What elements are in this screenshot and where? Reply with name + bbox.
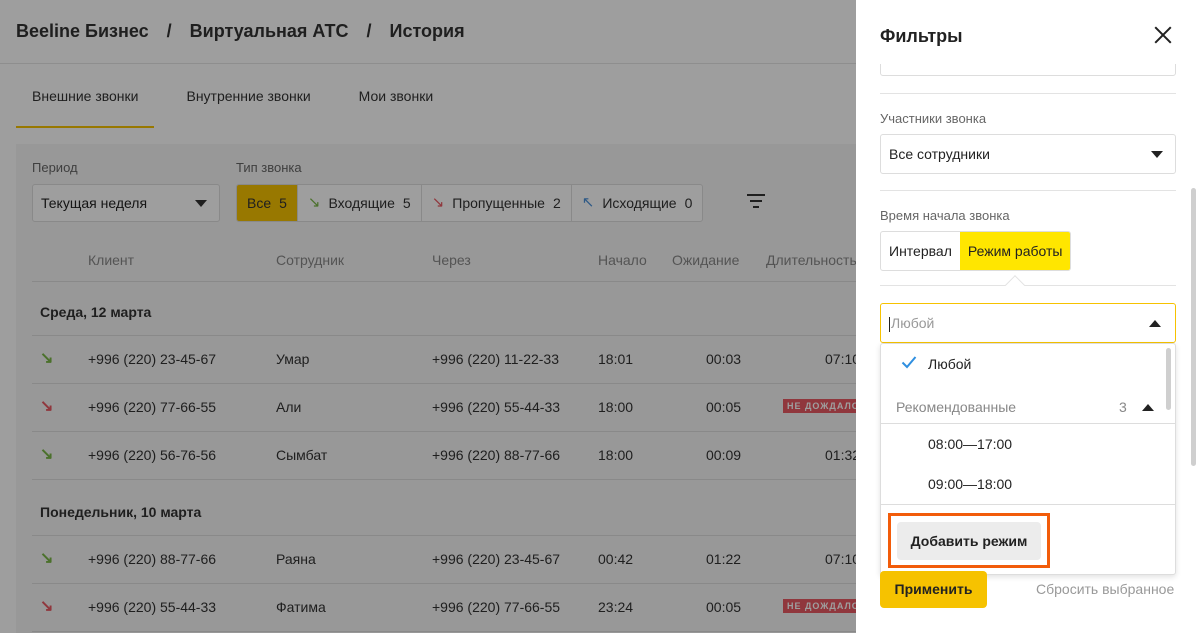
participants-label: Участники звонка <box>880 111 987 126</box>
chevron-down-icon <box>1151 151 1163 158</box>
chevron-up-icon <box>1142 404 1154 411</box>
participants-value: Все сотрудники <box>889 146 990 162</box>
close-icon[interactable] <box>1154 26 1172 44</box>
modal-overlay[interactable] <box>0 0 856 633</box>
apply-button[interactable]: Применить <box>880 571 987 608</box>
option-any[interactable]: Любой <box>881 344 1167 384</box>
work-schedule-placeholder: Любой <box>891 315 935 331</box>
scrollbar-thumb[interactable] <box>1191 188 1196 466</box>
check-icon <box>901 356 917 369</box>
active-mode-pointer <box>1005 275 1025 295</box>
highlight-frame <box>888 513 1050 568</box>
chevron-up-icon <box>1149 320 1161 327</box>
recommended-group-header[interactable]: Рекомендованные 3 <box>881 384 1167 424</box>
start-time-label: Время начала звонка <box>880 208 1010 223</box>
divider <box>880 93 1176 94</box>
option-schedule[interactable]: 09:00—18:00 <box>881 464 1167 504</box>
drawer-scrollbar[interactable] <box>1187 64 1200 544</box>
recommended-label: Рекомендованные <box>896 399 1017 415</box>
participants-select[interactable]: Все сотрудники <box>880 134 1176 174</box>
divider <box>880 190 1176 191</box>
divider <box>880 285 1176 286</box>
previous-filter-field[interactable] <box>880 64 1176 76</box>
dropdown-scrollbar-thumb[interactable] <box>1166 348 1171 410</box>
start-time-mode: Интервал Режим работы <box>880 231 1072 271</box>
reset-selection-link[interactable]: Сбросить выбранное <box>1036 581 1174 597</box>
work-schedule-input[interactable]: Любой <box>880 303 1176 343</box>
option-schedule[interactable]: 08:00—17:00 <box>881 424 1167 464</box>
mode-interval[interactable]: Интервал <box>881 232 960 270</box>
drawer-title: Фильтры <box>880 26 963 46</box>
mode-work-schedule[interactable]: Режим работы <box>959 232 1071 270</box>
text-cursor <box>889 316 890 332</box>
option-label: Любой <box>928 356 972 372</box>
divider <box>881 504 1175 505</box>
